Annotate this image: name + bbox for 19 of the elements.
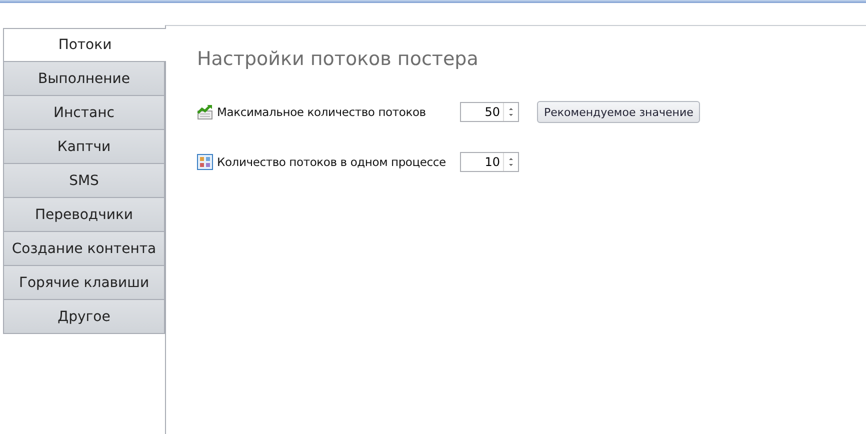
chart-icon	[197, 104, 213, 120]
sidebar-tab[interactable]: SMS	[3, 164, 165, 198]
sidebar-tab[interactable]: Горячие клавиши	[3, 266, 165, 300]
recommended-button[interactable]: Рекомендуемое значение	[537, 101, 700, 123]
panel-title: Настройки потоков постера	[197, 48, 480, 70]
sidebar-tab[interactable]: Выполнение	[3, 62, 165, 96]
sidebar-tab[interactable]: Другое	[3, 300, 165, 334]
sidebar-tab[interactable]: Потоки	[3, 28, 166, 62]
grid-icon	[197, 154, 213, 170]
spin-arrows-icon[interactable]	[507, 155, 515, 169]
number-spinner[interactable]: 10	[460, 152, 519, 172]
sidebar-tab[interactable]: Каптчи	[3, 130, 165, 164]
number-spinner[interactable]: 50	[460, 102, 519, 122]
setting-label: Максимальное количество потоков	[217, 105, 427, 119]
setting-label: Количество потоков в одном процессе	[217, 155, 447, 169]
sidebar-tab[interactable]: Переводчики	[3, 198, 165, 232]
spin-arrows-icon[interactable]	[507, 105, 515, 119]
sidebar-tab[interactable]: Создание контента	[3, 232, 165, 266]
sidebar-tab[interactable]: Инстанс	[3, 96, 165, 130]
